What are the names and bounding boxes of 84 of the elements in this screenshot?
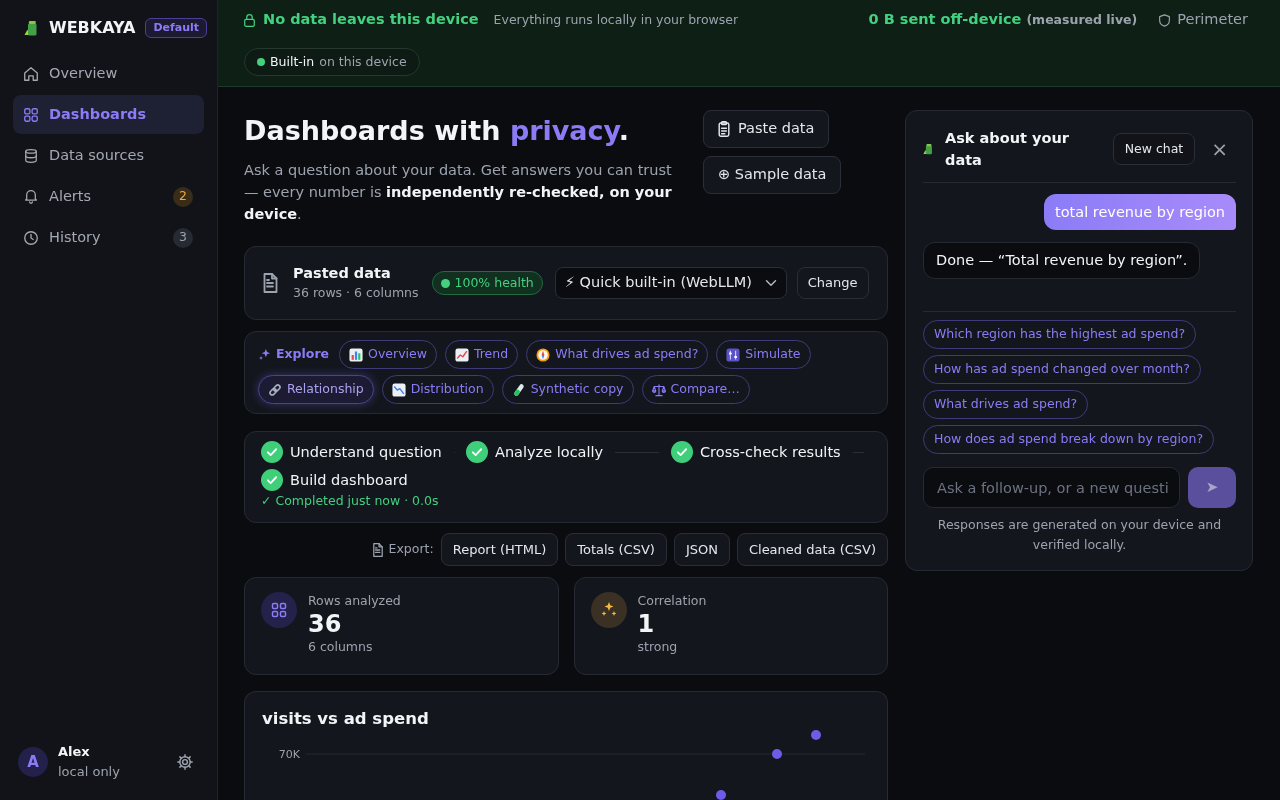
workspace-tag: Default bbox=[145, 18, 208, 38]
user-status: local only bbox=[58, 763, 120, 781]
stat-value: 1 bbox=[637, 610, 656, 638]
data-point bbox=[716, 790, 726, 800]
database-icon bbox=[24, 148, 38, 163]
completion-status: ✓ Completed just now · 0.0s bbox=[261, 492, 439, 510]
step-label: Cross-check results bbox=[700, 443, 841, 461]
clock-icon bbox=[24, 230, 38, 245]
grid-icon bbox=[24, 107, 38, 122]
traffic-note: (measured live) bbox=[1026, 10, 1138, 29]
explore-label: Explore bbox=[276, 345, 330, 364]
stat-note: 6 columns bbox=[308, 638, 374, 656]
falling-chart-icon bbox=[391, 382, 406, 397]
brand-name: WEBKAYA bbox=[49, 17, 136, 39]
rising-chart-icon bbox=[454, 347, 469, 362]
data-point bbox=[772, 749, 782, 759]
sparkle-icon bbox=[259, 349, 270, 360]
clipboard-icon bbox=[718, 121, 730, 137]
sidebar-item[interactable]: History 3 bbox=[13, 218, 204, 257]
perimeter-link[interactable]: Perimeter bbox=[1159, 9, 1248, 31]
bar-chart-icon bbox=[349, 347, 364, 362]
house-icon bbox=[24, 66, 38, 81]
traffic-readout: 0 B sent off-device bbox=[868, 10, 1022, 30]
chat-disclaimer: Responses are generated on your device and verified locally. bbox=[936, 516, 1223, 554]
assistant-message: Done — “Total revenue by region”. bbox=[923, 242, 1201, 279]
chat-title: Ask about your data bbox=[945, 129, 1070, 170]
privacy-subtitle: Everything runs locally in your browser bbox=[493, 10, 739, 29]
user-name: Alex bbox=[58, 743, 91, 761]
link-icon bbox=[268, 382, 282, 397]
engine-label: Built-in bbox=[270, 52, 315, 71]
health-label: 100% health bbox=[454, 273, 534, 292]
export-label: Export: bbox=[388, 540, 434, 559]
chart-title: visits vs ad spend bbox=[262, 708, 429, 730]
model-select[interactable]: ⚡ Quick built-in (WebLLM) bbox=[554, 267, 787, 299]
sidebar-item[interactable]: Data sources bbox=[13, 136, 204, 175]
status-dot-icon bbox=[257, 58, 265, 66]
user-message: total revenue by region bbox=[1044, 194, 1236, 230]
dataset-name: Pasted data bbox=[293, 264, 392, 283]
export-button[interactable]: Totals (CSV) bbox=[565, 533, 667, 566]
dataset-meta: 36 rows · 6 columns bbox=[293, 284, 419, 302]
action-button[interactable]: Paste data bbox=[703, 110, 830, 148]
user-avatar: A bbox=[18, 747, 48, 777]
chat-input[interactable]: Ask a follow-up, or a new questi bbox=[923, 467, 1180, 508]
export-button[interactable]: JSON bbox=[673, 533, 730, 566]
sidebar-item[interactable]: Dashboards bbox=[13, 95, 204, 134]
sliders-icon bbox=[726, 347, 741, 362]
status-dot-icon bbox=[440, 278, 450, 288]
lock-icon bbox=[244, 13, 255, 27]
bell-icon bbox=[24, 189, 38, 204]
close-button[interactable]: × bbox=[1207, 137, 1232, 161]
sidebar-item[interactable]: Overview bbox=[13, 54, 204, 93]
count-badge: 3 bbox=[173, 227, 193, 248]
document-icon bbox=[263, 273, 278, 293]
stat-value: 36 bbox=[308, 610, 343, 638]
engine-detail: on this device bbox=[319, 52, 407, 71]
stat-label: Correlation bbox=[637, 592, 707, 610]
data-point bbox=[811, 730, 821, 740]
export-button[interactable]: Cleaned data (CSV) bbox=[736, 533, 888, 566]
page-title: Dashboards with privacy. bbox=[244, 114, 630, 148]
new-chat-button[interactable]: New chat bbox=[1112, 133, 1196, 165]
step-label: Build dashboard bbox=[290, 471, 408, 489]
explore-chip[interactable]: Relationship bbox=[258, 375, 374, 404]
shield-icon bbox=[1159, 13, 1171, 27]
scales-icon bbox=[651, 382, 666, 397]
privacy-title: No data leaves this device bbox=[263, 10, 479, 30]
count-badge: 2 bbox=[173, 186, 193, 207]
grid-icon bbox=[261, 592, 297, 628]
stat-label: Rows analyzed bbox=[308, 592, 401, 610]
change-button[interactable]: Change bbox=[796, 267, 869, 299]
jar-icon bbox=[24, 20, 38, 36]
sidebar-item[interactable]: Alerts 2 bbox=[13, 177, 204, 216]
step-label: Analyze locally bbox=[495, 443, 604, 461]
page-description: Ask a question about your data. Get answers you can trust — every number is independently re-checked, on your device. bbox=[244, 161, 673, 224]
settings-icon bbox=[177, 754, 193, 770]
stat-note: strong bbox=[637, 638, 679, 656]
sparkles-icon bbox=[590, 592, 627, 628]
document-icon bbox=[372, 542, 383, 557]
action-button[interactable]: ⊕ Sample data bbox=[703, 156, 842, 194]
compass-icon bbox=[536, 347, 551, 362]
settings-button[interactable] bbox=[177, 754, 193, 770]
export-button[interactable]: Report (HTML) bbox=[440, 533, 559, 566]
jar-icon bbox=[923, 143, 933, 155]
axis-tick-label: 70K bbox=[278, 748, 300, 761]
step-label: Understand question bbox=[290, 443, 442, 461]
